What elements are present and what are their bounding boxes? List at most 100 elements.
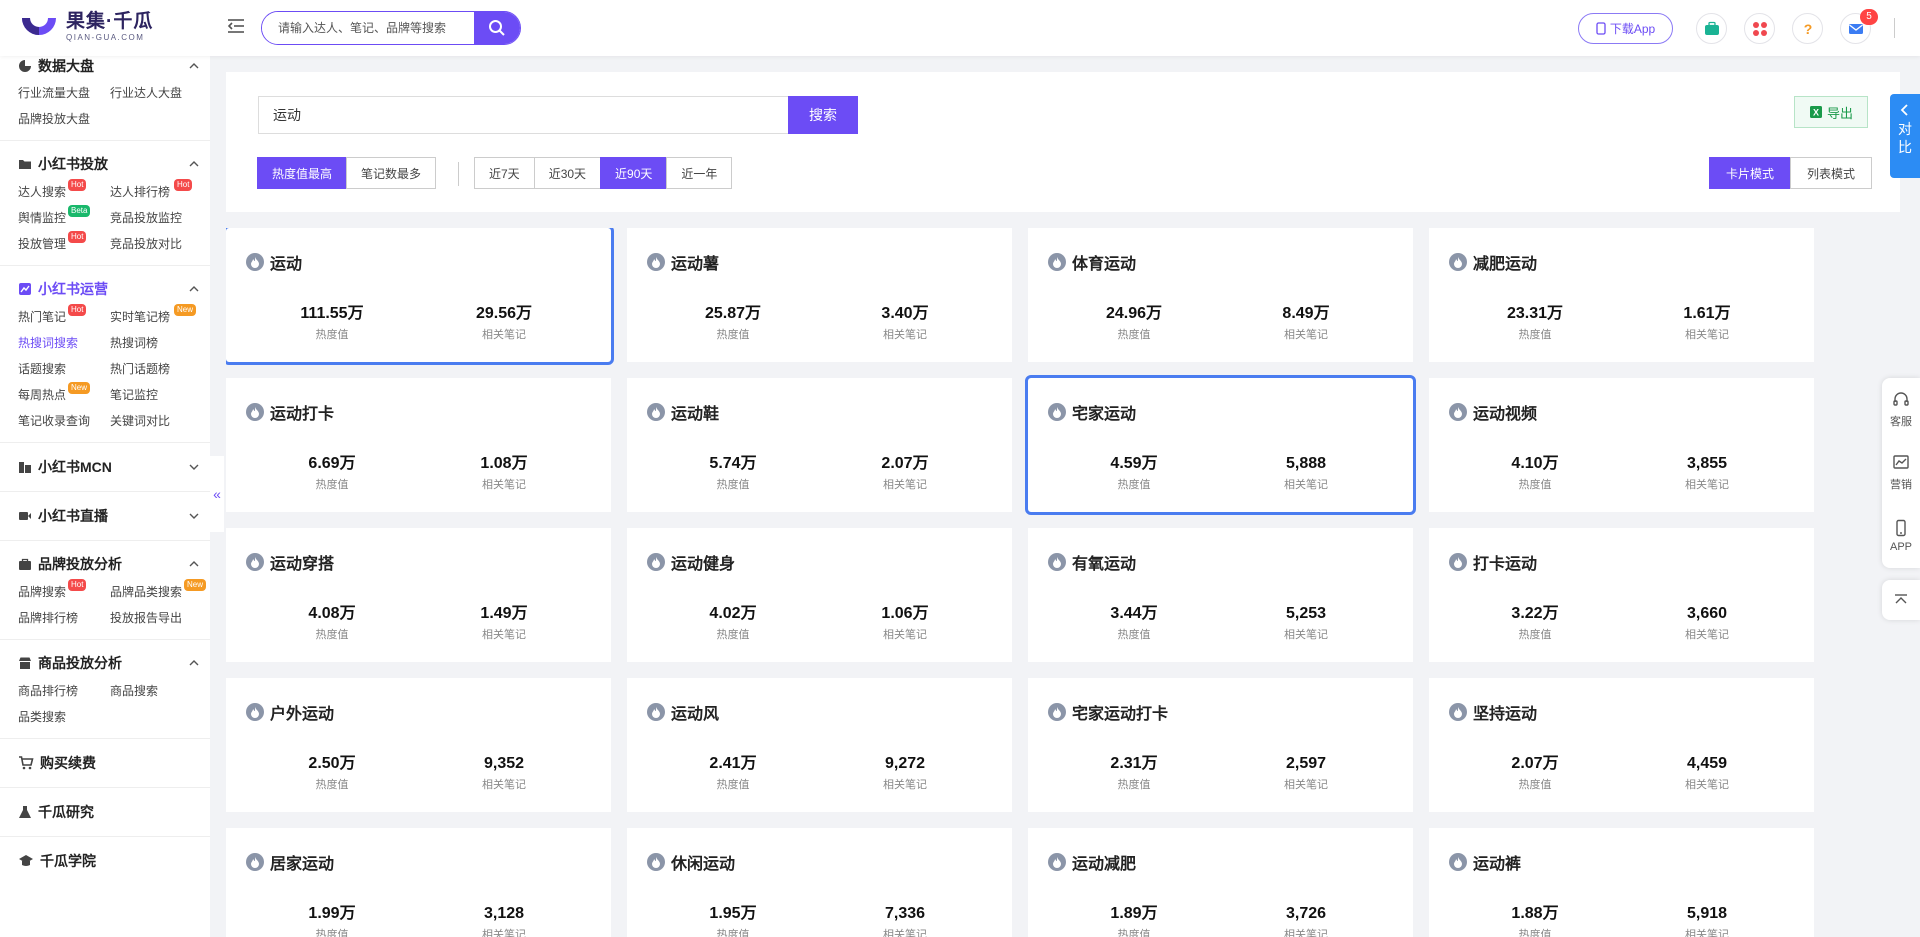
heat-label: 热度值 [716,479,750,491]
keyword-card[interactable]: 减肥运动 23.31万 热度值 1.61万 相关笔记 [1429,228,1814,362]
notes-label: 相关笔记 [482,779,526,791]
keyword-search-button[interactable]: 搜索 [788,96,858,134]
sidebar-item-industry-traffic[interactable]: 行业流量大盘 [18,84,110,102]
keyword-card[interactable]: 运动裤 1.88万 热度值 5,918 相关笔记 [1429,828,1814,937]
sidebar-group-head[interactable]: 千瓜学院 [18,837,200,885]
customer-service-button[interactable]: 客服 [1882,378,1920,441]
chevron-down-icon [189,464,199,470]
notes-label: 相关笔记 [482,929,526,937]
heat-stat: 3.44万 热度值 [1059,604,1209,644]
sidebar-item-influencer-search[interactable]: 达人搜索 Hot [18,179,110,201]
sidebar-group-brand-analysis: 品牌投放分析 品牌搜索 Hot 品牌品类搜索 New 品牌排行榜 投放报告导出 [0,541,210,640]
sidebar-group-head[interactable]: 小红书MCN [18,443,200,491]
sidebar-item-competitor-monitor[interactable]: 竞品投放监控 [110,209,210,227]
range-30d-button[interactable]: 近30天 [533,157,602,189]
notes-stat: 8.49万 相关笔记 [1231,304,1381,344]
keyword-card[interactable]: 宅家运动 4.59万 热度值 5,888 相关笔记 [1025,375,1416,515]
keyword-card[interactable]: 坚持运动 2.07万 热度值 4,459 相关笔记 [1429,678,1814,812]
keyword-card[interactable]: 运动健身 4.02万 热度值 1.06万 相关笔记 [627,528,1012,662]
sort-heat-button[interactable]: 热度值最高 [257,157,348,189]
export-button[interactable]: X 导出 [1794,96,1868,128]
menu-collapse-icon[interactable] [226,16,246,36]
sidebar-item-competitor-compare[interactable]: 竞品投放对比 [110,235,210,253]
sidebar-group-head[interactable]: 小红书直播 [18,492,200,540]
heat-label: 热度值 [716,629,750,641]
apps-button[interactable] [1744,13,1775,44]
keyword-card[interactable]: 运动 111.55万 热度值 29.56万 相关笔记 [226,228,614,365]
heat-value: 1.99万 [308,905,356,922]
sidebar-item-weekly-hot[interactable]: 每周热点 New [18,382,110,404]
sidebar-item-industry-influencer[interactable]: 行业达人大盘 [110,84,210,102]
download-app-button[interactable]: 下载App [1578,13,1673,44]
sidebar-item-product-rank[interactable]: 商品排行榜 [18,682,110,700]
keyword-card[interactable]: 运动鞋 5.74万 热度值 2.07万 相关笔记 [627,378,1012,512]
keyword-card[interactable]: 运动风 2.41万 热度值 9,272 相关笔记 [627,678,1012,812]
keyword-text: 宅家运动 [1072,406,1137,423]
keyword-card[interactable]: 居家运动 1.99万 热度值 3,128 相关笔记 [226,828,611,937]
notes-value: 2.07万 [881,455,929,472]
notes-value: 2,597 [1285,755,1327,772]
sidebar-item-brand-ads[interactable]: 品牌投放大盘 [18,110,110,128]
keyword-card[interactable]: 有氧运动 3.44万 热度值 5,253 相关笔记 [1028,528,1413,662]
sidebar-item-note-index[interactable]: 笔记收录查询 [18,412,110,430]
global-search-input[interactable] [262,12,474,44]
sidebar-item-hot-search-rank[interactable]: 热搜词榜 [110,334,210,352]
sort-notes-button[interactable]: 笔记数最多 [346,157,437,189]
sidebar-group-head[interactable]: 小红书运营 [18,278,200,300]
sidebar-item-hot-search-words[interactable]: 热搜词搜索 [18,334,110,352]
sidebar-group-head[interactable]: 购买续费 [18,739,200,787]
sidebar-toggle-handle[interactable]: « [210,456,224,532]
keyword-card[interactable]: 休闲运动 1.95万 热度值 7,336 相关笔记 [627,828,1012,937]
help-button[interactable]: ? [1792,13,1823,44]
logo[interactable]: 果集·千瓜 QIAN-GUA.COM [18,10,153,44]
sidebar-item-hot-notes[interactable]: 热门笔记 Hot [18,304,110,326]
sidebar-item-brand-search[interactable]: 品牌搜索 Hot [18,579,110,601]
sidebar-item-category-search[interactable]: 品类搜索 [18,708,110,726]
sidebar-item-product-search[interactable]: 商品搜索 [110,682,210,700]
keyword-card-grid: 运动 111.55万 热度值 29.56万 相关笔记 运动薯 25.87万 热度值 3.40万相… [226,228,1816,937]
sidebar-item-ads-manage[interactable]: 投放管理 Hot [18,231,110,253]
keyword-card[interactable]: 宅家运动打卡 2.31万 热度值 2,597 相关笔记 [1028,678,1413,812]
sidebar-item-realtime-notes[interactable]: 实时笔记榜 New [110,304,210,326]
sidebar-item-brand-rank[interactable]: 品牌排行榜 [18,609,110,627]
app-button[interactable]: APP [1882,504,1920,567]
keyword-input[interactable] [258,96,788,134]
heat-stat: 5.74万 热度值 [658,454,808,494]
card-mode-button[interactable]: 卡片模式 [1709,157,1792,189]
sidebar-item-report-export[interactable]: 投放报告导出 [110,609,210,627]
compare-tab[interactable]: 对 比 [1890,94,1920,178]
sidebar-group-head[interactable]: 小红书投放 [18,153,200,175]
notes-stat: 5,253 相关笔记 [1231,604,1381,644]
sidebar-group-head[interactable]: 数据大盘 [18,56,200,76]
messages-button[interactable]: 5 [1840,9,1878,44]
keyword-card[interactable]: 运动减肥 1.89万 热度值 3,726 相关笔记 [1028,828,1413,937]
back-to-top-button[interactable] [1882,580,1920,620]
keyword-card[interactable]: 运动穿搭 4.08万 热度值 1.49万 相关笔记 [226,528,611,662]
keyword-card[interactable]: 打卡运动 3.22万 热度值 3,660 相关笔记 [1429,528,1814,662]
heat-label: 热度值 [1117,329,1151,341]
keyword-card[interactable]: 运动视频 4.10万 热度值 3,855 相关笔记 [1429,378,1814,512]
range-90d-button[interactable]: 近90天 [600,157,668,189]
global-search-button[interactable] [474,12,520,44]
sidebar-item-sentiment[interactable]: 舆情监控 Beta [18,205,110,227]
sidebar-item-brand-category-search[interactable]: 品牌品类搜索 New [110,579,210,601]
keyword-card[interactable]: 户外运动 2.50万 热度值 9,352 相关笔记 [226,678,611,812]
sidebar-item-influencer-rank[interactable]: 达人排行榜 Hot [110,179,210,201]
fire-icon [1449,703,1467,721]
toolbox-button[interactable] [1696,13,1727,44]
range-7d-button[interactable]: 近7天 [474,157,535,189]
keyword-card[interactable]: 运动打卡 6.69万 热度值 1.08万 相关笔记 [226,378,611,512]
marketing-button[interactable]: 营销 [1882,441,1920,504]
compare-tab-char: 比 [1898,139,1912,155]
sidebar-item-hot-topics[interactable]: 热门话题榜 [110,360,210,378]
sidebar-item-keyword-compare[interactable]: 关键词对比 [110,412,210,430]
sidebar-group-head[interactable]: 千瓜研究 [18,788,200,836]
sidebar-item-note-monitor[interactable]: 笔记监控 [110,386,210,404]
list-mode-button[interactable]: 列表模式 [1790,157,1873,189]
sidebar-group-head[interactable]: 品牌投放分析 [18,553,200,575]
range-1y-button[interactable]: 近一年 [666,157,733,189]
keyword-card[interactable]: 体育运动 24.96万 热度值 8.49万 相关笔记 [1028,228,1413,362]
sidebar-item-topic-search[interactable]: 话题搜索 [18,360,110,378]
keyword-card[interactable]: 运动薯 25.87万 热度值 3.40万 相关笔记 [627,228,1012,362]
sidebar-group-head[interactable]: 商品投放分析 [18,652,200,674]
